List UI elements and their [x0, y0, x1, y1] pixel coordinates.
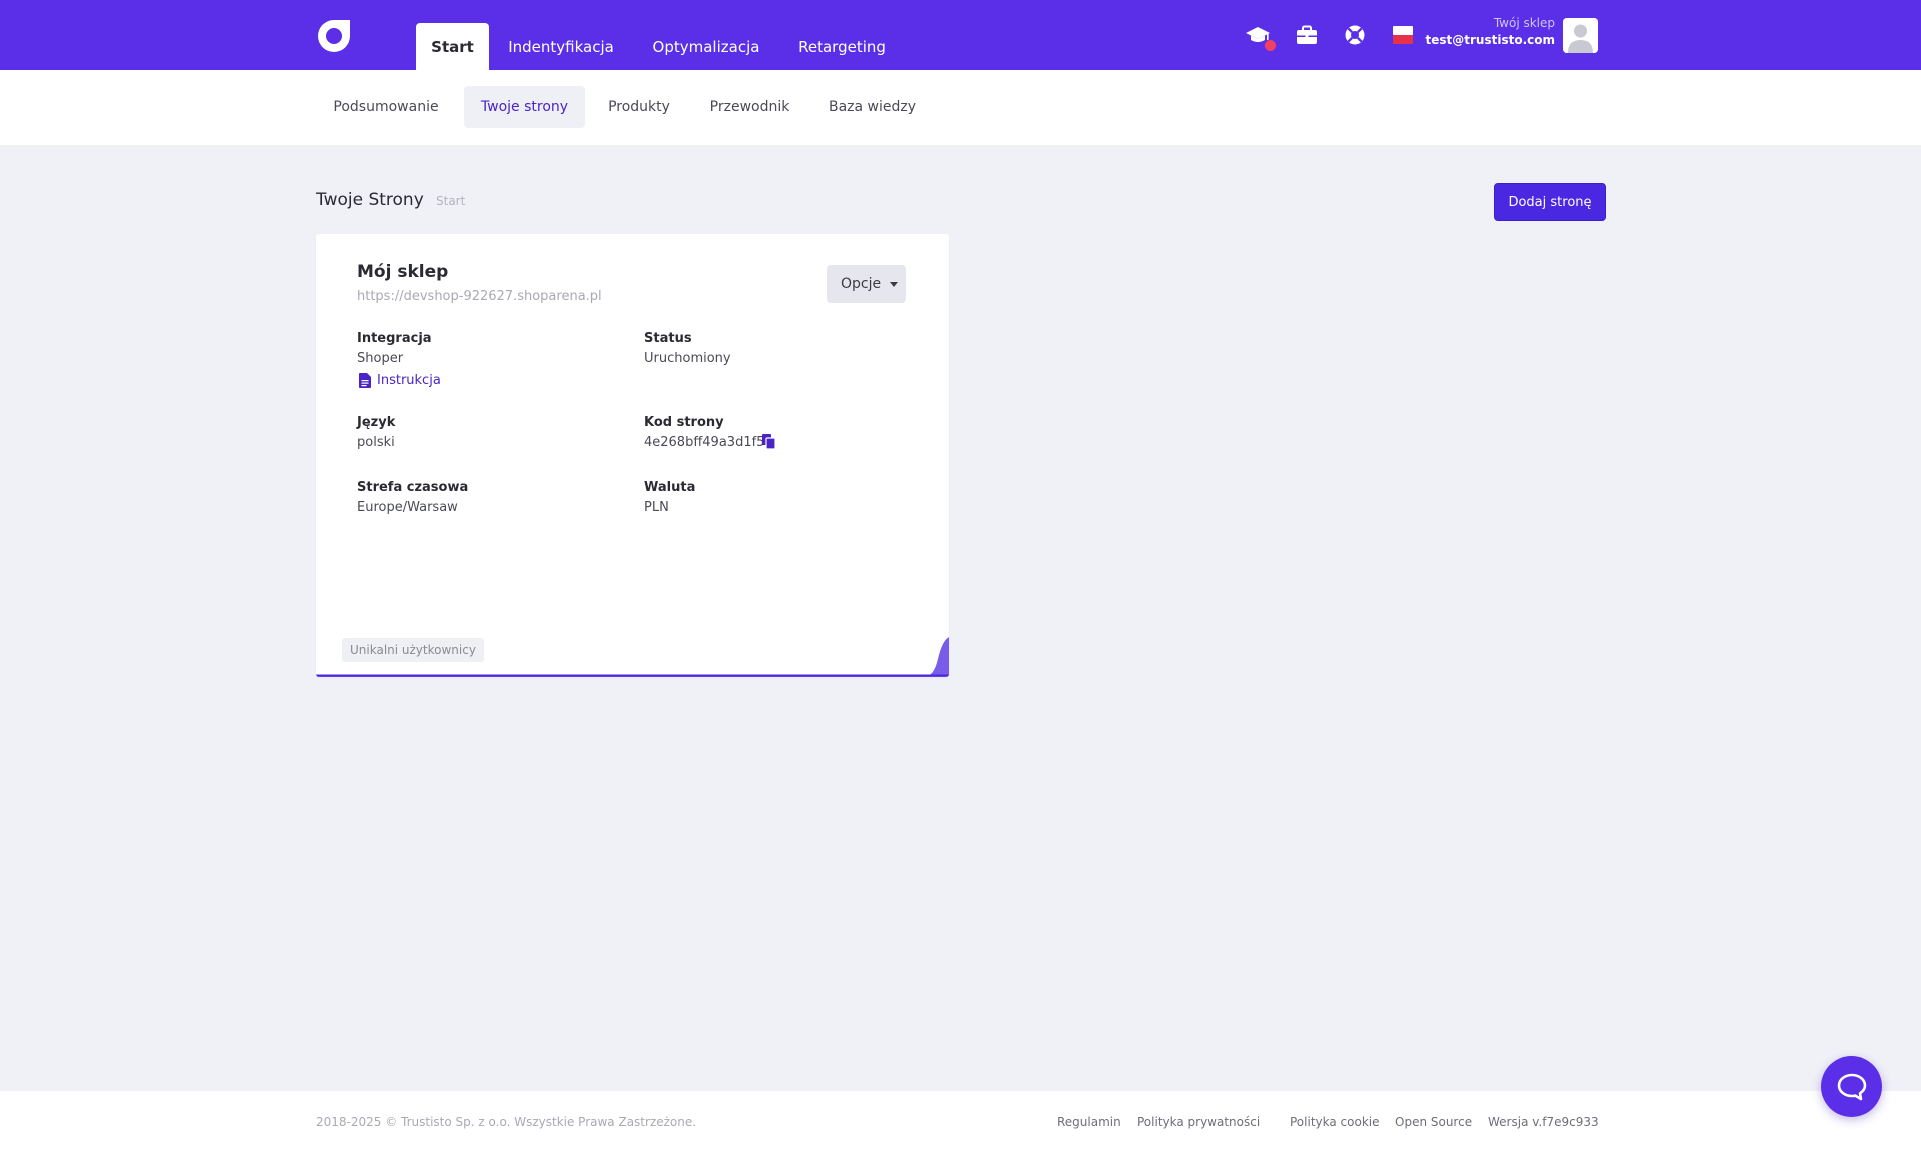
chat-bubble-icon: [1837, 1073, 1866, 1100]
copyright-text: 2018-2025 © Trustisto Sp. z o.o. Wszystk…: [316, 1115, 697, 1129]
options-label: Opcje: [841, 276, 882, 292]
footer-link-terms[interactable]: Regulamin: [1057, 1115, 1121, 1129]
avatar[interactable]: [1563, 18, 1598, 53]
document-icon: [359, 373, 371, 388]
currency-value: PLN: [644, 500, 669, 515]
footer-version[interactable]: Wersja v.f7e9c933: [1488, 1115, 1599, 1129]
footer-link-privacy[interactable]: Polityka prywatności: [1137, 1115, 1260, 1129]
status-value: Uruchomiony: [644, 351, 731, 366]
copy-icon[interactable]: [762, 434, 776, 450]
site-name: Mój sklep: [357, 262, 449, 282]
tab-optimization[interactable]: Optymalizacja: [641, 23, 771, 70]
subtab-knowledge-base[interactable]: Baza wiedzy: [814, 86, 931, 128]
currency-label: Waluta: [644, 480, 696, 495]
site-code-value: 4e268bff49a3d1f5: [644, 435, 765, 450]
chat-button[interactable]: [1821, 1056, 1882, 1117]
subtab-summary[interactable]: Podsumowanie: [316, 86, 456, 128]
integration-label: Integracja: [357, 331, 432, 346]
subtab-your-sites[interactable]: Twoje strony: [464, 86, 585, 128]
user-email: test@trustisto.com: [1425, 33, 1556, 47]
user-info[interactable]: Twój sklep test@trustisto.com: [1400, 15, 1556, 49]
integration-value: Shoper: [357, 351, 404, 366]
footer-link-open-source[interactable]: Open Source: [1395, 1115, 1472, 1129]
tab-identification[interactable]: Indentyfikacja: [499, 23, 623, 70]
shop-label: Twój sklep: [1493, 16, 1555, 30]
tab-retargeting[interactable]: Retargeting: [788, 23, 896, 70]
site-code-label: Kod strony: [644, 415, 724, 430]
language-label: Język: [357, 415, 396, 430]
status-label: Status: [644, 331, 692, 346]
breadcrumb[interactable]: Start: [436, 194, 465, 208]
page-title: Twoje Strony: [316, 190, 424, 210]
notification-dot: [1265, 40, 1276, 51]
options-dropdown-button[interactable]: Opcje: [827, 265, 906, 303]
timezone-value: Europe/Warsaw: [357, 500, 458, 515]
top-navbar: Start Indentyfikacja Optymalizacja Retar…: [0, 0, 1921, 70]
lifebuoy-icon[interactable]: [1341, 21, 1369, 49]
timezone-label: Strefa czasowa: [357, 480, 469, 495]
briefcase-icon[interactable]: [1293, 21, 1321, 49]
brand-logo-icon[interactable]: [316, 18, 352, 54]
unique-users-sparkline: [316, 637, 949, 677]
site-url: https://devshop-922627.shoparena.pl: [357, 289, 602, 304]
instructions-label: Instrukcja: [377, 373, 441, 388]
chart-label: Unikalni użytkownicy: [342, 638, 484, 662]
add-site-button[interactable]: Dodaj stronę: [1494, 183, 1606, 221]
caret-down-icon: [890, 282, 898, 287]
instructions-link[interactable]: Instrukcja: [359, 373, 441, 388]
footer-link-cookie[interactable]: Polityka cookie: [1290, 1115, 1379, 1129]
subtab-products[interactable]: Produkty: [593, 86, 685, 128]
footer: 2018-2025 © Trustisto Sp. z o.o. Wszystk…: [0, 1091, 1921, 1156]
tab-start[interactable]: Start: [416, 23, 489, 70]
sub-navbar: Podsumowanie Twoje strony Produkty Przew…: [0, 70, 1921, 145]
language-value: polski: [357, 435, 395, 450]
subtab-guide[interactable]: Przewodnik: [693, 86, 806, 128]
site-card: Mój sklep https://devshop-922627.shopare…: [316, 234, 949, 677]
